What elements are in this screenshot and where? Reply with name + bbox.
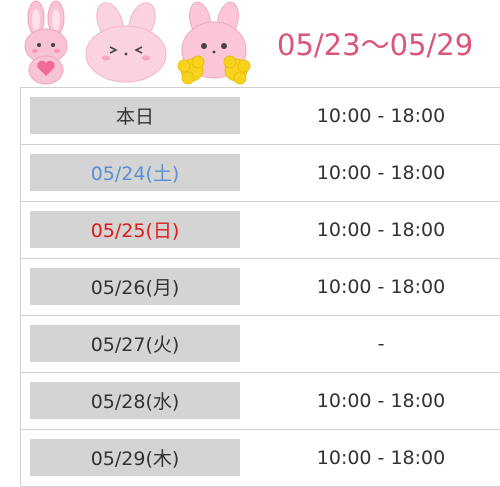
hours-value: 10:00 - 18:00: [316, 162, 446, 184]
hours-value: 10:00 - 18:00: [316, 105, 446, 127]
day-label: 05/28(水): [30, 382, 240, 419]
hours-value: 10:00 - 18:00: [316, 276, 446, 298]
schedule-row: 05/28(水) 10:00 - 18:00: [21, 373, 500, 430]
day-label: 05/27(火): [30, 325, 240, 362]
day-label: 本日: [30, 97, 240, 134]
header: 05/23～05/29: [0, 0, 500, 86]
hours-value: 10:00 - 18:00: [316, 390, 446, 412]
schedule-row: 本日 10:00 - 18:00: [21, 88, 500, 145]
day-label: 05/26(月): [30, 268, 240, 305]
schedule-row: 05/29(木) 10:00 - 18:00: [21, 430, 500, 487]
hours-value: 10:00 - 18:00: [316, 219, 446, 241]
schedule-row: 05/27(火) -: [21, 316, 500, 373]
hours-value: 10:00 - 18:00: [316, 447, 446, 469]
hours-value: -: [377, 333, 385, 355]
day-label: 05/29(木): [30, 439, 240, 476]
page-title: 05/23～05/29: [277, 28, 474, 62]
schedule-table: 本日 10:00 - 18:00 05/24(土) 10:00 - 18:00 …: [20, 87, 500, 487]
schedule-row: 05/25(日) 10:00 - 18:00: [21, 202, 500, 259]
bunny-squint-icon: [85, 2, 167, 83]
day-label: 05/25(日): [30, 211, 240, 248]
bunny-pompom-icon: [177, 1, 251, 85]
schedule-row: 05/24(土) 10:00 - 18:00: [21, 145, 500, 202]
schedule-row: 05/26(月) 10:00 - 18:00: [21, 259, 500, 316]
day-label: 05/24(土): [30, 154, 240, 191]
bunny-heart-icon: [24, 0, 68, 85]
